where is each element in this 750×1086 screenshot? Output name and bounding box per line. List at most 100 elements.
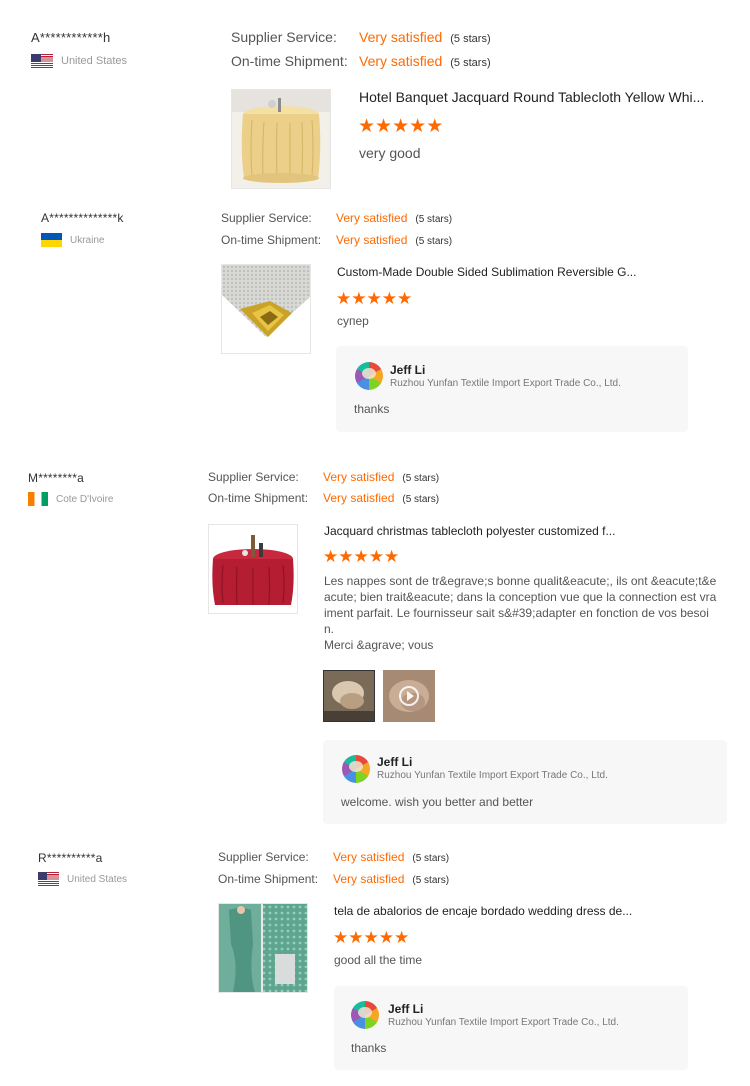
video-thumbnail[interactable] [383, 670, 435, 722]
product-title-link[interactable]: Jacquard christmas tablecloth polyester … [324, 524, 615, 538]
reply-author-name: Jeff Li [377, 755, 413, 769]
comment-line: acute; bien trait&eacute; dans la concep… [324, 590, 717, 604]
reviewer-info: R**********a United States [38, 851, 127, 886]
star-icon: ★ [392, 116, 410, 137]
star-icon: ★ [426, 116, 444, 137]
reviewer-info: A**************k Ukraine [41, 211, 124, 247]
ua-flag-icon [41, 233, 62, 247]
rating-stars: ★ ★ ★ ★ ★ [333, 929, 409, 946]
reply-text: thanks [351, 1041, 387, 1055]
supplier-ratings: Supplier Service: Very satisfied (5 star… [208, 470, 439, 512]
supplier-reply: Jeff Li Ruzhou Yunfan Textile Import Exp… [323, 740, 727, 824]
star-icon: ★ [323, 547, 339, 566]
ontime-shipment-label: On-time Shipment: [221, 233, 322, 247]
supplier-service-stars: (5 stars) [412, 853, 450, 864]
ontime-shipment-stars: (5 stars) [415, 236, 453, 247]
lace-fabric-image [219, 904, 307, 992]
supplier-service-label: Supplier Service: [231, 29, 337, 45]
supplier-service-stars: (5 stars) [402, 473, 440, 484]
ontime-shipment-value: Very satisfied [333, 872, 405, 886]
country-name: United States [61, 55, 128, 67]
star-icon: ★ [368, 547, 384, 566]
supplier-ratings: Supplier Service: Very satisfied (5 star… [231, 29, 491, 77]
reviewer-name: A**************k [41, 211, 124, 225]
star-icon: ★ [351, 289, 367, 308]
star-icon: ★ [363, 928, 379, 947]
reply-author-name: Jeff Li [390, 363, 426, 377]
ontime-shipment-value: Very satisfied [323, 491, 395, 505]
ontime-shipment-stars: (5 stars) [450, 57, 491, 69]
reply-text: welcome. wish you better and better [341, 795, 534, 809]
play-icon[interactable] [399, 686, 419, 706]
product-thumbnail[interactable] [221, 264, 311, 354]
supplier-service-label: Supplier Service: [221, 211, 312, 225]
reply-text: thanks [354, 402, 390, 416]
reviewer-name: A************h [31, 30, 111, 45]
supplier-service-value: Very satisfied [359, 29, 443, 45]
supplier-service-label: Supplier Service: [218, 850, 309, 864]
reply-author-name: Jeff Li [388, 1002, 424, 1016]
comment-line: Merci &agrave; vous [324, 638, 434, 652]
ontime-shipment-label: On-time Shipment: [231, 53, 348, 69]
ontime-shipment-stars: (5 stars) [402, 494, 440, 505]
ci-flag-icon [28, 492, 48, 506]
star-icon: ★ [381, 289, 397, 308]
supplier-ratings: Supplier Service: Very satisfied (5 star… [218, 850, 449, 894]
comment-line: n. [324, 622, 335, 636]
supplier-reply: Jeff Li Ruzhou Yunfan Textile Import Exp… [336, 346, 688, 432]
reply-company-name: Ruzhou Yunfan Textile Import Export Trad… [388, 1017, 619, 1028]
rating-stars: ★ ★ ★ ★ ★ [358, 117, 443, 136]
reviewer-country: Ukraine [41, 233, 104, 247]
reviewer-info: A************h United States [31, 30, 127, 68]
star-icon: ★ [353, 547, 369, 566]
us-flag-icon [38, 872, 59, 886]
red-tablecloth-image [209, 525, 297, 613]
ontime-shipment-value: Very satisfied [336, 233, 408, 247]
star-icon: ★ [384, 547, 400, 566]
sequin-fabric-image [222, 265, 310, 353]
reviewer-info: M********a Cote D'Ivoire [28, 471, 114, 506]
reviewer-country: United States [38, 872, 127, 886]
tablecloth-image [232, 90, 330, 188]
product-title-link[interactable]: Custom-Made Double Sided Sublimation Rev… [337, 265, 636, 279]
star-icon: ★ [409, 116, 427, 137]
review-comment: супер [337, 314, 369, 328]
reply-company-name: Ruzhou Yunfan Textile Import Export Trad… [377, 770, 608, 781]
star-icon: ★ [358, 116, 376, 137]
avatar [351, 1001, 379, 1029]
star-icon: ★ [375, 116, 393, 137]
star-icon: ★ [333, 928, 349, 947]
product-title-link[interactable]: Hotel Banquet Jacquard Round Tablecloth … [359, 89, 704, 105]
comment-line: Les nappes sont de tr&egrave;s bonne qua… [324, 574, 717, 588]
reviewer-name: R**********a [38, 851, 103, 865]
country-name: United States [67, 873, 128, 885]
supplier-reply: Jeff Li Ruzhou Yunfan Textile Import Exp… [334, 986, 688, 1070]
star-icon: ★ [397, 289, 413, 308]
ontime-shipment-stars: (5 stars) [412, 875, 450, 886]
product-thumbnail[interactable] [208, 524, 298, 614]
rating-stars: ★ ★ ★ ★ ★ [323, 548, 399, 565]
product-title-link[interactable]: tela de abalorios de encaje bordado wedd… [334, 904, 632, 918]
us-flag-icon [31, 54, 53, 68]
star-icon: ★ [378, 928, 394, 947]
star-icon: ★ [394, 928, 410, 947]
supplier-service-value: Very satisfied [333, 850, 405, 864]
review-comment: good all the time [334, 953, 423, 967]
reviewer-country: Cote D'Ivoire [28, 492, 114, 506]
country-name: Ukraine [70, 234, 105, 246]
star-icon: ★ [348, 928, 364, 947]
ontime-shipment-label: On-time Shipment: [208, 491, 309, 505]
supplier-ratings: Supplier Service: Very satisfied (5 star… [221, 211, 452, 255]
photo-thumbnail[interactable] [323, 670, 375, 722]
supplier-service-stars: (5 stars) [415, 214, 453, 225]
reviewer-country: United States [31, 54, 127, 68]
star-icon: ★ [336, 289, 352, 308]
fabric-photo-image [324, 671, 374, 721]
rating-stars: ★ ★ ★ ★ ★ [336, 290, 412, 307]
product-thumbnail[interactable] [231, 89, 331, 189]
supplier-service-value: Very satisfied [336, 211, 408, 225]
avatar [342, 755, 370, 783]
product-thumbnail[interactable] [218, 903, 308, 993]
reply-company-name: Ruzhou Yunfan Textile Import Export Trad… [390, 378, 621, 389]
supplier-service-value: Very satisfied [323, 470, 395, 484]
